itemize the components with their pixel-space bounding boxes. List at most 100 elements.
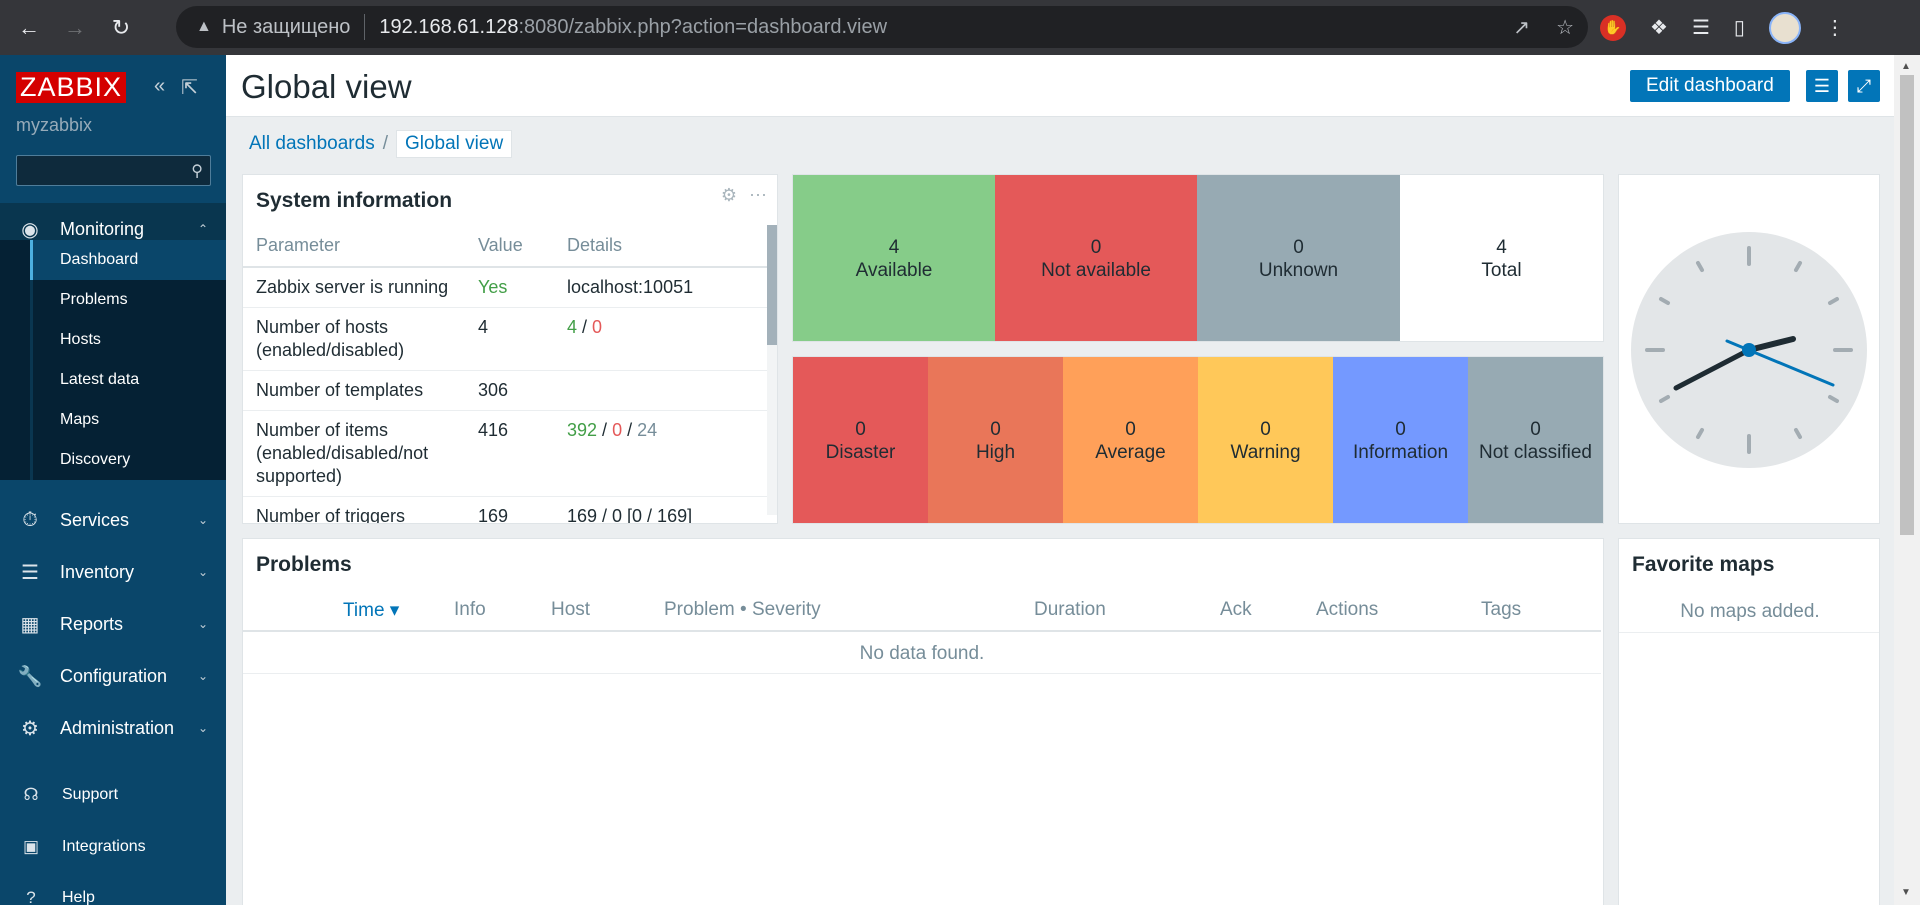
severity-high[interactable]: 0 High <box>928 357 1063 523</box>
server-name: myzabbix <box>16 115 93 135</box>
menu-configuration[interactable]: 🔧 Configuration ⌄ <box>0 650 226 702</box>
z-icon: ▣ <box>22 837 40 856</box>
column-header: Details <box>554 225 773 268</box>
severity-label: Disaster <box>825 442 896 463</box>
zabbix-logo[interactable]: ZABBIX <box>16 72 127 103</box>
widget-scrollbar-thumb[interactable] <box>767 225 777 345</box>
severity-not-classified[interactable]: 0 Not classified <box>1468 357 1603 523</box>
system-information-table: Parameter Value Details Zabbix server is… <box>243 225 773 523</box>
share-icon[interactable]: ↗ <box>1513 15 1530 40</box>
submenu-hosts[interactable]: Hosts <box>30 320 226 360</box>
menu-integrations-label: Integrations <box>62 838 146 855</box>
menu-monitoring-label: Monitoring <box>60 218 145 239</box>
menu-administration[interactable]: ⚙ Administration ⌄ <box>0 702 226 754</box>
collapse-sidebar-icon[interactable]: « <box>154 75 165 100</box>
availability-label: Available <box>855 260 933 281</box>
address-bar[interactable]: ▲ Не защищено 192.168.61.128 :8080/zabbi… <box>176 6 1588 48</box>
scroll-up-icon[interactable]: ▲ <box>1901 61 1911 72</box>
severity-warning[interactable]: 0 Warning <box>1198 357 1333 523</box>
profile-avatar[interactable] <box>1768 11 1801 44</box>
value-cell: 416 <box>465 410 554 497</box>
sidebar-search-input[interactable]: ⚲ <box>16 155 211 186</box>
value-cell: 306 <box>465 370 554 411</box>
column-header-info: Info <box>454 599 486 620</box>
breadcrumb-global-view[interactable]: Global view <box>395 130 513 158</box>
widget-settings-icon[interactable]: ⚙ <box>721 185 737 206</box>
details-separator: / <box>622 420 638 440</box>
column-header-time[interactable]: Time ▾ <box>343 599 399 622</box>
adblock-extension-icon[interactable]: ✋ <box>1600 14 1626 41</box>
value-cell: 4 <box>465 307 554 371</box>
page-title: Global view <box>241 68 412 105</box>
submenu-problems[interactable]: Problems <box>30 280 226 320</box>
dashboard-actions-menu-icon[interactable]: ☰ <box>1806 70 1838 102</box>
value-cell: Yes <box>465 267 554 308</box>
list-icon: ☰ <box>21 561 39 584</box>
column-header-host: Host <box>551 599 591 620</box>
menu-support-label: Support <box>62 786 119 803</box>
severity-average[interactable]: 0 Average <box>1063 357 1198 523</box>
scroll-down-icon[interactable]: ▼ <box>1901 887 1911 898</box>
details-cell: 169 / 0 [0 / 169] <box>554 496 773 523</box>
menu-reports-label: Reports <box>60 613 124 634</box>
back-icon[interactable]: ← <box>12 11 46 45</box>
severity-disaster[interactable]: 0 Disaster <box>793 357 928 523</box>
breadcrumb-all-dashboards[interactable]: All dashboards <box>249 133 375 155</box>
side-panel-icon[interactable]: ▯ <box>1734 15 1745 40</box>
availability-label: Total <box>1481 260 1522 281</box>
submenu-maps[interactable]: Maps <box>30 400 226 440</box>
extensions-puzzle-icon[interactable]: ❖ <box>1650 15 1668 40</box>
bookmark-star-icon[interactable]: ☆ <box>1556 15 1574 40</box>
breadcrumb-separator: / <box>382 133 388 154</box>
submenu-latest-data[interactable]: Latest data <box>30 360 226 400</box>
menu-support[interactable]: ☊ Support <box>0 775 226 815</box>
widget-more-icon[interactable]: ⋯ <box>749 185 767 206</box>
severity-count: 0 <box>1530 419 1541 440</box>
severity-information[interactable]: 0 Information <box>1333 357 1468 523</box>
menu-integrations[interactable]: ▣ Integrations <box>0 827 226 867</box>
availability-total[interactable]: 4 Total <box>1400 175 1603 341</box>
browser-menu-icon[interactable]: ⋮ <box>1825 15 1845 40</box>
severity-count: 0 <box>855 419 866 440</box>
eye-icon: ◉ <box>21 218 39 241</box>
menu-services[interactable]: ⏱ Services ⌄ <box>0 494 226 546</box>
reload-icon[interactable]: ↻ <box>104 11 138 45</box>
details-cell <box>554 370 773 411</box>
severity-label: Warning <box>1230 442 1301 463</box>
search-icon[interactable]: ⚲ <box>191 161 203 181</box>
availability-unknown[interactable]: 0 Unknown <box>1197 175 1400 341</box>
fullscreen-icon[interactable]: ⤢ <box>1848 70 1880 102</box>
severity-label: Average <box>1095 442 1166 463</box>
severity-count: 0 <box>1260 419 1271 440</box>
table-row: Number of items (enabled/disabled/not su… <box>243 410 773 497</box>
submenu-discovery[interactable]: Discovery <box>30 440 226 480</box>
availability-available[interactable]: 4 Available <box>793 175 995 341</box>
enabled-count: 4 <box>567 317 578 337</box>
availability-not-available[interactable]: 0 Not available <box>995 175 1197 341</box>
sidebar: ZABBIX « ⇱ myzabbix ⚲ ◉ Monitoring ⌃ Das… <box>0 55 226 905</box>
widget-title: Problems <box>256 553 352 576</box>
page-scrollbar[interactable]: ▲ ▼ <box>1894 55 1920 905</box>
menu-reports[interactable]: ▦ Reports ⌄ <box>0 598 226 650</box>
availability-count: 4 <box>1496 237 1507 258</box>
not-supported-count: 24 <box>637 420 658 440</box>
page-scrollbar-thumb[interactable] <box>1900 75 1914 535</box>
gear-icon: ⚙ <box>21 717 39 740</box>
disabled-count: 0 <box>592 317 603 337</box>
column-header: Value <box>465 225 554 268</box>
menu-inventory[interactable]: ☰ Inventory ⌄ <box>0 546 226 598</box>
chevron-down-icon: ⌄ <box>197 513 208 527</box>
widget-title: Favorite maps <box>1632 553 1775 576</box>
severity-count: 0 <box>1125 419 1136 440</box>
media-queue-icon[interactable]: ☰ <box>1692 15 1710 40</box>
submenu-dashboard[interactable]: Dashboard <box>30 240 226 280</box>
details-cell: 4 / 0 <box>554 307 773 371</box>
forward-icon[interactable]: → <box>58 11 92 45</box>
menu-help[interactable]: ? Help <box>0 878 226 905</box>
address-separator <box>364 14 366 40</box>
edit-dashboard-button[interactable]: Edit dashboard <box>1630 70 1790 102</box>
kiosk-mode-icon[interactable]: ⇱ <box>181 75 198 100</box>
bar-chart-icon: ▦ <box>20 613 40 636</box>
clock-widget <box>1618 174 1880 524</box>
problems-widget: Problems Time ▾ Info Host Problem • Seve… <box>242 538 1604 905</box>
